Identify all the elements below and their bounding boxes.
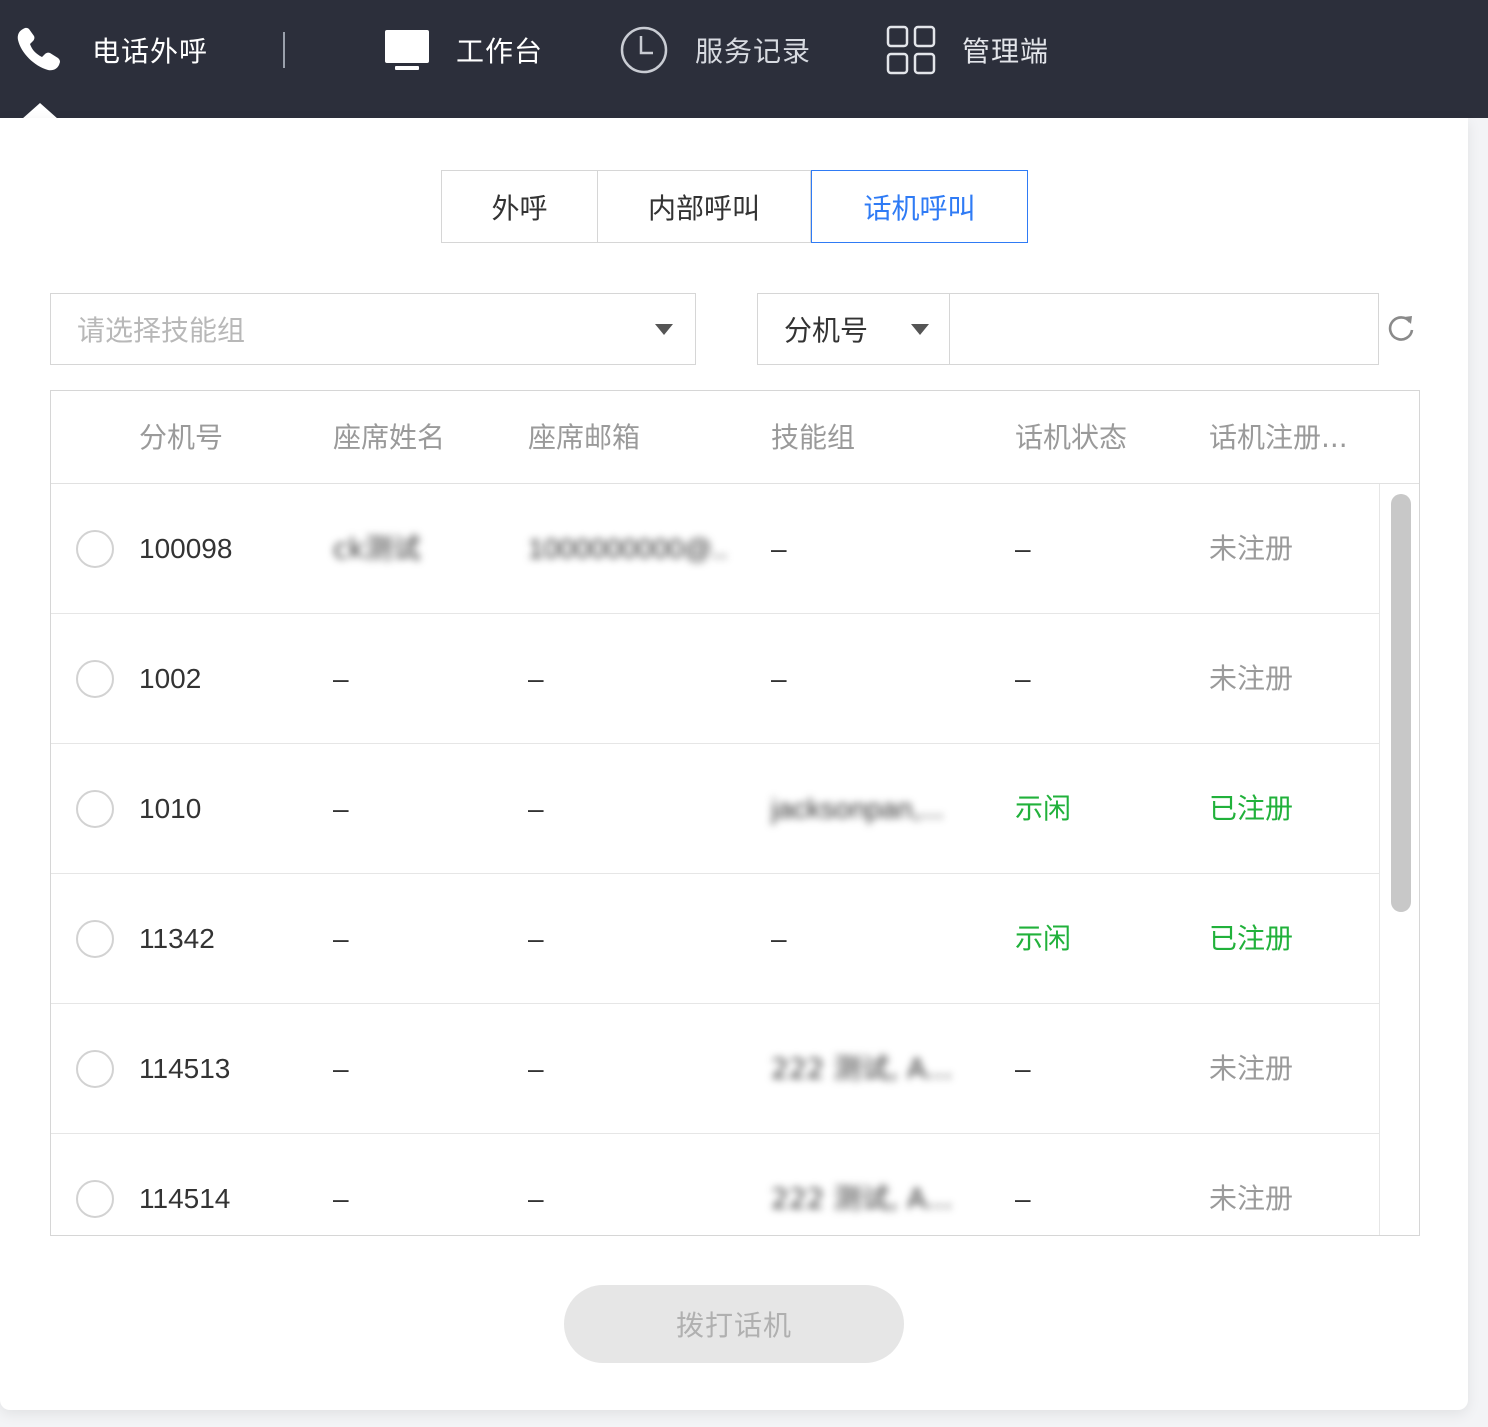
cell-agent-name: – <box>333 1053 349 1084</box>
cell-skill-group: 222 测试, A... <box>771 1182 953 1215</box>
cell-agent-email: – <box>528 663 544 694</box>
chevron-down-icon <box>655 324 673 335</box>
column-header-skill-group: 技能组 <box>771 421 856 454</box>
cell-ext: 1002 <box>139 663 202 694</box>
row-radio[interactable] <box>76 1050 114 1088</box>
table-row[interactable]: 1010 – – jacksonpan,... 示闲 已注册 <box>51 744 1379 874</box>
row-radio[interactable] <box>76 530 114 568</box>
cell-agent-email: – <box>528 1183 544 1214</box>
cell-phone-status: – <box>1015 1183 1031 1214</box>
column-header-phone-registration: 话机注册... <box>1209 421 1348 454</box>
clock-icon <box>620 26 668 74</box>
column-header-agent-name: 座席姓名 <box>333 421 446 454</box>
cell-ext: 11342 <box>139 923 215 954</box>
cell-registration: 未注册 <box>1209 532 1294 565</box>
nav-phone-label: 电话外呼 <box>92 35 209 68</box>
nav-history-label: 服务记录 <box>695 35 812 68</box>
cell-agent-email: – <box>528 793 544 824</box>
phone-icon <box>17 27 60 71</box>
top-navbar: 电话外呼 工作台 服务记录 管理端 <box>0 0 1488 119</box>
nav-admin-label: 管理端 <box>962 35 1050 68</box>
cell-skill-group: – <box>771 663 787 694</box>
column-header-agent-email: 座席邮箱 <box>528 421 641 454</box>
tab-phone-call[interactable]: 话机呼叫 <box>811 170 1028 243</box>
cell-phone-status: 示闲 <box>1015 792 1072 825</box>
nav-workbench[interactable]: 工作台 <box>384 0 543 100</box>
column-header-ext: 分机号 <box>139 421 224 454</box>
cell-skill-group: – <box>771 923 787 954</box>
cell-registration: 已注册 <box>1209 792 1294 825</box>
cell-registration: 未注册 <box>1209 1052 1294 1085</box>
grid-icon <box>886 25 936 75</box>
cell-phone-status: – <box>1015 1053 1031 1084</box>
table-scrollbar[interactable] <box>1379 484 1419 1235</box>
nav-service-records[interactable]: 服务记录 <box>619 0 811 100</box>
cell-agent-email: – <box>528 1053 544 1084</box>
call-type-tabs: 外呼 内部呼叫 话机呼叫 <box>441 170 1028 243</box>
table-row[interactable]: 114513 – – 222 测试, A... – 未注册 <box>51 1004 1379 1134</box>
dial-phone-button[interactable]: 拨打话机 <box>564 1285 904 1363</box>
cell-ext: 114513 <box>139 1053 231 1084</box>
table-body: 100098 ck测试 1000000000@... – – 未注册 1002 … <box>51 484 1379 1235</box>
chevron-down-icon <box>911 324 929 335</box>
nav-divider <box>283 32 285 68</box>
nav-workbench-label: 工作台 <box>456 35 544 68</box>
cell-ext: 114514 <box>139 1183 231 1214</box>
cell-skill-group: – <box>771 533 787 564</box>
cell-phone-status: 示闲 <box>1015 922 1072 955</box>
cell-phone-status: – <box>1015 663 1031 694</box>
nav-phone-outbound[interactable]: 电话外呼 <box>14 0 208 100</box>
table-row[interactable]: 1002 – – – – 未注册 <box>51 614 1379 744</box>
cell-skill-group: 222 测试, A... <box>771 1052 953 1085</box>
column-header-phone-status: 话机状态 <box>1015 421 1128 454</box>
monitor-icon <box>385 30 429 70</box>
search-input[interactable] <box>949 293 1379 365</box>
row-radio[interactable] <box>76 660 114 698</box>
cell-agent-name: – <box>333 923 349 954</box>
cell-agent-name: – <box>333 793 349 824</box>
cell-agent-email: – <box>528 923 544 954</box>
refresh-icon[interactable] <box>1386 313 1416 343</box>
scrollbar-thumb[interactable] <box>1391 494 1411 912</box>
table-row[interactable]: 11342 – – – 示闲 已注册 <box>51 874 1379 1004</box>
call-panel: 外呼 内部呼叫 话机呼叫 请选择技能组 分机号 分机号 座席姓名 座席邮箱 技能… <box>0 118 1468 1410</box>
cell-ext: 1010 <box>139 793 202 824</box>
row-radio[interactable] <box>76 1180 114 1218</box>
extension-table: 分机号 座席姓名 座席邮箱 技能组 话机状态 话机注册... 100098 ck… <box>50 390 1420 1236</box>
table-row[interactable]: 114514 – – 222 测试, A... – 未注册 <box>51 1134 1379 1235</box>
cell-skill-group: jacksonpan,... <box>771 793 944 824</box>
table-header: 分机号 座席姓名 座席邮箱 技能组 话机状态 话机注册... <box>51 391 1419 484</box>
search-type-label: 分机号 <box>784 314 869 347</box>
cell-registration: 已注册 <box>1209 922 1294 955</box>
cell-agent-name: – <box>333 663 349 694</box>
cell-ext: 100098 <box>139 533 233 564</box>
cell-phone-status: – <box>1015 533 1031 564</box>
skill-group-placeholder: 请选择技能组 <box>77 314 246 347</box>
cell-agent-email: 1000000000@... <box>528 533 728 564</box>
cell-agent-name: – <box>333 1183 349 1214</box>
cell-registration: 未注册 <box>1209 1182 1294 1215</box>
cell-agent-name: ck测试 <box>333 532 421 565</box>
active-nav-caret <box>22 103 58 119</box>
row-radio[interactable] <box>76 790 114 828</box>
tab-outbound[interactable]: 外呼 <box>441 170 598 243</box>
nav-admin[interactable]: 管理端 <box>886 0 1049 100</box>
table-row[interactable]: 100098 ck测试 1000000000@... – – 未注册 <box>51 484 1379 614</box>
cell-registration: 未注册 <box>1209 662 1294 695</box>
tab-internal-call[interactable]: 内部呼叫 <box>598 170 811 243</box>
row-radio[interactable] <box>76 920 114 958</box>
skill-group-select[interactable]: 请选择技能组 <box>50 293 696 365</box>
search-type-select[interactable]: 分机号 <box>757 293 950 365</box>
